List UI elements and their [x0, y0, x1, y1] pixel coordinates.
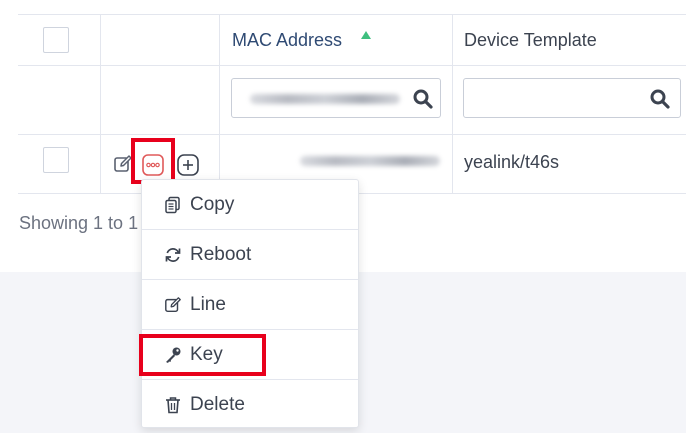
device-template-column-header[interactable]: Device Template [464, 30, 597, 51]
edit-icon[interactable] [113, 154, 133, 174]
menu-item-label: Reboot [190, 244, 252, 265]
key-item-highlight [139, 334, 266, 376]
menu-item-label: Delete [190, 394, 245, 415]
more-options-highlight [131, 138, 175, 184]
row-select-checkbox[interactable] [43, 147, 69, 173]
menu-item-delete[interactable]: Delete [142, 380, 358, 430]
refresh-icon [165, 248, 181, 262]
mac-address-column-header[interactable]: MAC Address [232, 30, 342, 51]
select-all-checkbox[interactable] [43, 27, 69, 53]
device-template-filter-input[interactable] [463, 78, 681, 118]
add-icon[interactable] [177, 154, 199, 176]
menu-item-copy[interactable]: Copy [142, 180, 358, 230]
redacted-filter-value [250, 94, 400, 104]
copy-icon [165, 196, 180, 214]
mac-address-filter-input[interactable] [231, 78, 441, 118]
column-divider [100, 14, 101, 194]
column-divider [219, 14, 220, 194]
sort-ascending-icon[interactable] [361, 31, 371, 39]
search-icon[interactable] [649, 88, 671, 110]
pagination-summary: Showing 1 to 1 [19, 213, 139, 233]
menu-item-line[interactable]: Line [142, 280, 358, 330]
search-icon[interactable] [412, 88, 434, 110]
trash-icon [166, 397, 180, 414]
menu-item-reboot[interactable]: Reboot [142, 230, 358, 280]
header-row-divider [18, 65, 686, 66]
row-action-menu: Copy Reboot Line Key Delete [141, 179, 359, 428]
menu-item-label: Copy [190, 194, 235, 215]
filter-row-divider [18, 134, 686, 135]
table-top-border [18, 14, 686, 15]
menu-item-label: Line [190, 294, 226, 315]
edit-icon [165, 297, 181, 313]
redacted-mac-address [300, 156, 440, 166]
column-divider [452, 14, 453, 194]
device-template-cell: yealink/t46s [464, 152, 560, 172]
